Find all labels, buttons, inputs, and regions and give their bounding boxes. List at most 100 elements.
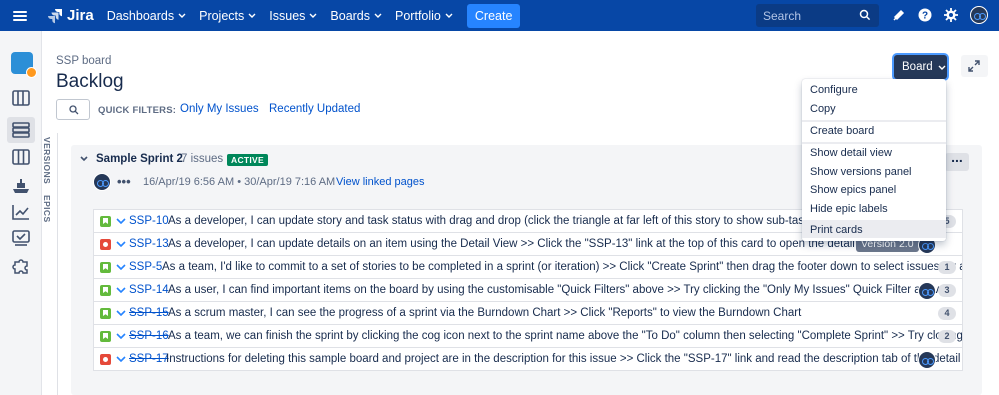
issue-summary: As a team, we can finish the sprint by c…	[168, 330, 963, 342]
nav-projects[interactable]: Projects	[199, 9, 256, 23]
search-placeholder: Search	[763, 8, 802, 23]
issue-key[interactable]: SSP-5	[129, 261, 162, 273]
search-icon	[859, 9, 871, 21]
chevron-down-icon	[374, 13, 382, 18]
chevron-down-icon	[178, 13, 186, 18]
estimate-badge: 4	[938, 307, 956, 320]
profile-avatar[interactable]	[970, 6, 988, 24]
bug-type-icon	[100, 354, 111, 365]
priority-medium-icon	[116, 310, 126, 316]
backlog-search-input[interactable]	[56, 99, 90, 120]
story-type-icon	[100, 308, 111, 319]
nav-label: Dashboards	[106, 8, 175, 23]
search-input[interactable]: Search	[756, 4, 879, 27]
menu-item-copy[interactable]: Copy	[810, 103, 836, 115]
nav-label: Boards	[330, 8, 371, 23]
nav-dashboards[interactable]: Dashboards	[107, 9, 186, 23]
sprint-dates: 16/Apr/19 6:56 AM • 30/Apr/19 7:16 AM	[143, 176, 335, 188]
menu-item-show-detail-view[interactable]: Show detail view	[810, 147, 892, 159]
tab-versions[interactable]: VERSIONS	[42, 137, 52, 184]
priority-medium-icon	[116, 218, 126, 224]
menu-divider	[802, 142, 946, 144]
nav-portfolio[interactable]: Portfolio	[395, 9, 453, 23]
settings-gear-icon[interactable]	[944, 8, 958, 22]
releases-ship-icon[interactable]	[11, 177, 31, 195]
logo-text: Jira	[67, 7, 94, 24]
board-menu-button[interactable]: Board	[894, 55, 947, 79]
issue-key[interactable]: SSP-10	[129, 215, 169, 227]
jira-logo[interactable]: Jira	[47, 7, 94, 24]
nav-issues[interactable]: Issues	[269, 9, 317, 23]
chevron-down-icon	[248, 13, 256, 18]
reports-chart-icon[interactable]	[11, 203, 31, 221]
issues-checklist-icon[interactable]	[11, 229, 31, 247]
project-avatar[interactable]	[11, 52, 37, 78]
sprint-more-button[interactable]: ...	[945, 150, 969, 171]
nav-label: Issues	[269, 8, 306, 23]
search-icon	[69, 105, 79, 115]
story-type-icon	[100, 262, 111, 273]
menu-item-configure[interactable]: Configure	[810, 84, 858, 96]
story-type-icon	[100, 331, 111, 342]
menu-item-show-versions-panel[interactable]: Show versions panel	[810, 166, 912, 178]
issue-key[interactable]: SSP-16	[129, 330, 169, 342]
menu-item-show-epics-panel[interactable]: Show epics panel	[810, 184, 896, 196]
issue-summary: As a developer, I can update details on …	[168, 238, 882, 250]
issue-key[interactable]: SSP-15	[129, 307, 169, 319]
sprint-name[interactable]: Sample Sprint 2	[96, 153, 183, 165]
issue-key[interactable]: SSP-17	[129, 353, 169, 365]
view-linked-pages-link[interactable]: View linked pages	[336, 176, 424, 188]
priority-medium-icon	[116, 287, 126, 293]
priority-medium-icon	[116, 356, 126, 362]
nav-label: Portfolio	[395, 8, 441, 23]
menu-icon[interactable]	[13, 10, 27, 21]
page-title: Backlog	[56, 71, 124, 92]
filter-recently-updated[interactable]: Recently Updated	[269, 103, 360, 115]
backlog-icon[interactable]	[7, 117, 35, 143]
tab-epics[interactable]: EPICS	[42, 195, 52, 223]
nav-label: Projects	[199, 8, 245, 23]
sprint-start: 16/Apr/19 6:56 AM	[143, 176, 235, 188]
sprint-avatar[interactable]	[93, 173, 111, 191]
assignee-avatar	[918, 351, 936, 369]
sprint-actions-icon[interactable]: •••	[117, 174, 131, 189]
issue-summary: As a team, I'd like to commit to a set o…	[162, 261, 963, 273]
chevron-down-icon	[445, 13, 453, 18]
notifications-icon[interactable]	[892, 8, 906, 22]
addons-puzzle-icon[interactable]	[11, 257, 31, 275]
priority-medium-icon	[116, 264, 126, 270]
priority-medium-icon	[116, 333, 126, 339]
jira-icon	[48, 8, 62, 23]
chevron-down-icon	[309, 13, 317, 18]
create-button[interactable]: Create	[466, 3, 521, 28]
issue-summary: As a user, I can find important items on…	[168, 284, 946, 296]
help-icon[interactable]: ?	[918, 8, 932, 22]
priority-medium-icon	[116, 241, 126, 247]
roadmap-icon[interactable]	[11, 89, 31, 107]
table-row[interactable]: SSP-17 Instructions for deleting this sa…	[93, 347, 963, 371]
issue-summary: As a scrum master, I can see the progres…	[168, 307, 802, 319]
menu-item-create-board[interactable]: Create board	[810, 125, 874, 137]
table-row[interactable]: SSP-5 As a team, I'd like to commit to a…	[93, 255, 963, 279]
nav-boards[interactable]: Boards	[330, 9, 382, 23]
filter-only-my-issues[interactable]: Only My Issues	[180, 103, 259, 115]
breadcrumb[interactable]: SSP board	[56, 55, 111, 67]
sprint-status-badge: ACTIVE	[227, 154, 268, 166]
project-badge	[26, 67, 37, 78]
fullscreen-button[interactable]	[961, 55, 988, 77]
board-columns-icon[interactable]	[11, 148, 31, 166]
chevron-down-icon	[938, 65, 946, 70]
issue-key[interactable]: SSP-13	[129, 238, 169, 250]
estimate-badge: 3	[938, 284, 956, 297]
story-type-icon	[100, 216, 111, 227]
issue-key[interactable]: SSP-14	[129, 284, 169, 296]
estimate-badge: 1	[938, 261, 956, 274]
table-row[interactable]: SSP-15 As a scrum master, I can see the …	[93, 301, 963, 325]
board-button-label: Board	[902, 61, 933, 73]
collapse-chevron-icon[interactable]	[80, 156, 88, 162]
estimate-badge: 2	[938, 330, 956, 343]
table-row[interactable]: SSP-16 As a team, we can finish the spri…	[93, 324, 963, 348]
menu-item-hide-epic-labels[interactable]: Hide epic labels	[810, 203, 888, 215]
menu-item-print-cards[interactable]: Print cards	[810, 224, 863, 236]
table-row[interactable]: SSP-14 As a user, I can find important i…	[93, 278, 963, 302]
